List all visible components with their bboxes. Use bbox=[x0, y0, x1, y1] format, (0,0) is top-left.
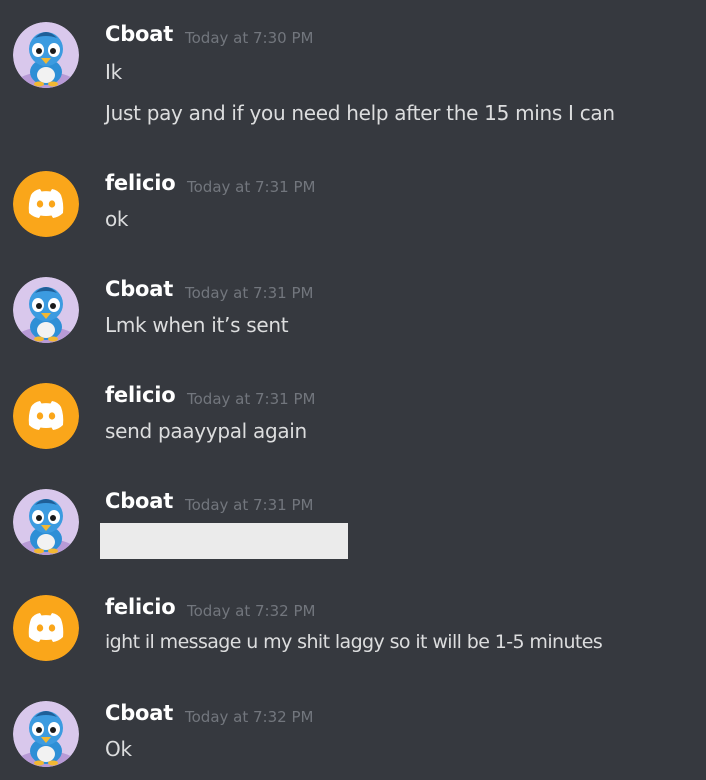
piplup-avatar-icon[interactable] bbox=[13, 489, 79, 555]
username[interactable]: felicio bbox=[105, 171, 176, 195]
redacted-block bbox=[100, 523, 348, 559]
timestamp: Today at 7:32 PM bbox=[185, 708, 314, 726]
username[interactable]: Cboat bbox=[105, 489, 173, 513]
discord-default-avatar-icon[interactable] bbox=[13, 595, 79, 661]
timestamp: Today at 7:31 PM bbox=[187, 390, 316, 408]
piplup-avatar-icon[interactable] bbox=[13, 22, 79, 88]
username[interactable]: felicio bbox=[105, 383, 176, 407]
message-text: ok bbox=[105, 207, 129, 231]
message-text: Ik bbox=[105, 60, 122, 84]
timestamp: Today at 7:31 PM bbox=[185, 284, 314, 302]
username[interactable]: Cboat bbox=[105, 701, 173, 725]
discord-default-avatar-icon[interactable] bbox=[13, 171, 79, 237]
message-text: Just pay and if you need help after the … bbox=[105, 101, 615, 125]
message-text: ight il message u my shit laggy so it wi… bbox=[105, 631, 603, 653]
piplup-avatar-icon[interactable] bbox=[13, 277, 79, 343]
username[interactable]: Cboat bbox=[105, 22, 173, 46]
timestamp: Today at 7:31 PM bbox=[187, 178, 316, 196]
message-text: send paayypal again bbox=[105, 419, 307, 443]
message-text: Lmk when it’s sent bbox=[105, 313, 289, 337]
piplup-avatar-icon[interactable] bbox=[13, 701, 79, 767]
username[interactable]: Cboat bbox=[105, 277, 173, 301]
username[interactable]: felicio bbox=[105, 595, 176, 619]
timestamp: Today at 7:31 PM bbox=[185, 496, 314, 514]
message-text: Ok bbox=[105, 737, 132, 761]
timestamp: Today at 7:32 PM bbox=[187, 602, 316, 620]
timestamp: Today at 7:30 PM bbox=[185, 29, 314, 47]
discord-default-avatar-icon[interactable] bbox=[13, 383, 79, 449]
chat-messages: Cboat Today at 7:30 PM Ik Just pay and i… bbox=[0, 0, 706, 780]
